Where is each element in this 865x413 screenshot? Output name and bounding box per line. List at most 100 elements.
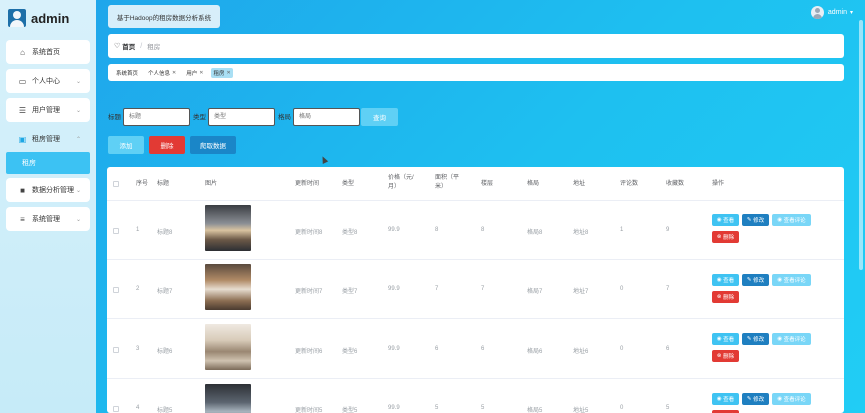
cell-no: 2 — [136, 286, 140, 292]
cell-time: 更新时间8 — [295, 230, 323, 236]
tags-view: 系统首页 个人信息 ✕ 用户 ✕ 租房 ✕ — [108, 64, 844, 81]
view-reviews-button[interactable]: ◉ 查看评论 — [772, 333, 811, 345]
row-checkbox[interactable] — [113, 347, 119, 353]
tag-users[interactable]: 用户 ✕ — [184, 68, 205, 78]
view-label: 查看 — [723, 337, 735, 343]
chevron-down-icon: ⌄ — [75, 216, 81, 223]
sidebar-subitem-rental[interactable]: 租房 — [6, 152, 90, 174]
row-checkbox[interactable] — [113, 406, 119, 412]
delete-button[interactable]: 删除 — [149, 136, 185, 154]
review-label: 查看评论 — [783, 397, 806, 403]
page-scrollbar[interactable] — [857, 0, 865, 413]
cell-area: 7 — [435, 286, 439, 292]
sidebar-item-profile[interactable]: ▭ 个人中心 ⌄ — [6, 69, 90, 93]
cell-layout: 格局5 — [527, 408, 543, 413]
sidebar-item-label: 数据分析管理 — [32, 187, 74, 194]
cell-title: 标题8 — [157, 230, 173, 236]
breadcrumb-current: 租房 — [147, 44, 161, 51]
cell-price: 99.9 — [388, 227, 400, 233]
review-label: 查看评论 — [783, 337, 806, 343]
column-header: 标题 — [157, 181, 170, 187]
user-name: admin — [827, 9, 847, 16]
edit-button[interactable]: ✎ 修改 — [742, 333, 769, 345]
cell-address: 地址5 — [573, 408, 589, 413]
room-photo — [205, 205, 251, 251]
mouse-cursor-icon — [319, 155, 329, 164]
cell-title: 标题6 — [157, 349, 173, 355]
cell-floor: 8 — [481, 227, 485, 233]
fetch-data-button[interactable]: 爬取数据 — [190, 136, 236, 154]
close-icon[interactable]: ✕ — [199, 70, 203, 76]
admin-avatar-icon — [8, 9, 26, 27]
divider — [107, 378, 844, 379]
system-title[interactable]: 基于Hadoop的租房数据分析系统 — [108, 5, 220, 28]
cell-type: 类型6 — [342, 349, 358, 355]
tag-rental[interactable]: 租房 ✕ — [211, 67, 233, 78]
view-reviews-button[interactable]: ◉ 查看评论 — [772, 393, 811, 405]
select-all-checkbox[interactable] — [113, 181, 119, 187]
type-search-input[interactable] — [208, 108, 275, 126]
cell-area: 8 — [435, 227, 439, 233]
row-checkbox[interactable] — [113, 287, 119, 293]
add-button[interactable]: 添加 — [108, 136, 144, 154]
room-photo — [205, 384, 251, 413]
view-reviews-button[interactable]: ◉ 查看评论 — [772, 274, 811, 286]
edit-button[interactable]: ✎ 修改 — [742, 214, 769, 226]
cell-no: 3 — [136, 346, 140, 352]
sidebar-item-users[interactable]: ☰ 用户管理 ⌄ — [6, 98, 90, 122]
view-reviews-button[interactable]: ◉ 查看评论 — [772, 214, 811, 226]
cell-address: 地址6 — [573, 349, 589, 355]
cell-favorites: 9 — [666, 227, 670, 233]
sidebar-item-home[interactable]: ⌂ 系统首页 — [6, 40, 90, 64]
title-search-input[interactable] — [123, 108, 190, 126]
edit-button[interactable]: ✎ 修改 — [742, 274, 769, 286]
row-delete-button[interactable]: ⊗ 删除 — [712, 291, 739, 303]
chevron-down-icon: ⌄ — [75, 78, 81, 85]
cell-time: 更新时间5 — [295, 408, 323, 413]
chevron-down-icon: ⌄ — [75, 107, 81, 114]
cell-comments: 1 — [620, 227, 624, 233]
cell-floor: 6 — [481, 346, 485, 352]
user-menu[interactable]: admin ▾ — [810, 6, 853, 19]
column-header: 收藏数 — [666, 181, 685, 187]
query-button[interactable]: 查询 — [361, 108, 398, 126]
column-header: 评论数 — [620, 181, 639, 187]
sidebar-item-analysis[interactable]: ■ 数据分析管理 ⌄ — [6, 178, 90, 202]
sidebar-item-rental[interactable]: ▣ 租房管理 ⌃ — [6, 127, 90, 151]
rental-table: 序号 标题 图片 更新时间 类型 价格（元/月） 面积（平米） 楼层 格局 地址… — [107, 167, 844, 413]
breadcrumb-home[interactable]: 首页 — [122, 41, 135, 51]
layout-search-input[interactable] — [293, 108, 360, 126]
review-label: 查看评论 — [783, 278, 806, 284]
view-button[interactable]: ◉ 查看 — [712, 274, 739, 286]
cell-time: 更新时间6 — [295, 349, 323, 355]
column-header: 图片 — [205, 181, 218, 187]
delete-label: 删除 — [723, 295, 735, 301]
edit-button[interactable]: ✎ 修改 — [742, 393, 769, 405]
caret-down-icon: ▾ — [849, 10, 853, 16]
cell-comments: 0 — [620, 286, 624, 292]
close-icon[interactable]: ✕ — [172, 70, 176, 76]
edit-label: 修改 — [753, 397, 765, 403]
app-name: admin — [31, 10, 70, 26]
tag-label: 系统首页 — [116, 70, 139, 77]
column-header: 操作 — [712, 181, 725, 187]
edit-label: 修改 — [753, 337, 765, 343]
scrollbar-thumb[interactable] — [859, 20, 863, 270]
cell-type: 类型7 — [342, 289, 358, 295]
type-label: 类型 — [193, 114, 206, 121]
view-button[interactable]: ◉ 查看 — [712, 333, 739, 345]
sidebar-item-system[interactable]: ≡ 系统管理 ⌄ — [6, 207, 90, 231]
view-button[interactable]: ◉ 查看 — [712, 393, 739, 405]
view-label: 查看 — [723, 278, 735, 284]
close-icon[interactable]: ✕ — [226, 70, 230, 76]
tag-home[interactable]: 系统首页 — [114, 68, 140, 78]
divider — [107, 259, 844, 260]
tag-profile[interactable]: 个人信息 ✕ — [146, 68, 178, 78]
view-label: 查看 — [723, 218, 735, 224]
sidebar-item-label: 系统首页 — [32, 49, 60, 56]
row-delete-button[interactable]: ⊗ 删除 — [712, 231, 739, 243]
row-delete-button[interactable]: ⊗ 删除 — [712, 350, 739, 362]
view-button[interactable]: ◉ 查看 — [712, 214, 739, 226]
row-checkbox[interactable] — [113, 228, 119, 234]
divider — [107, 318, 844, 319]
